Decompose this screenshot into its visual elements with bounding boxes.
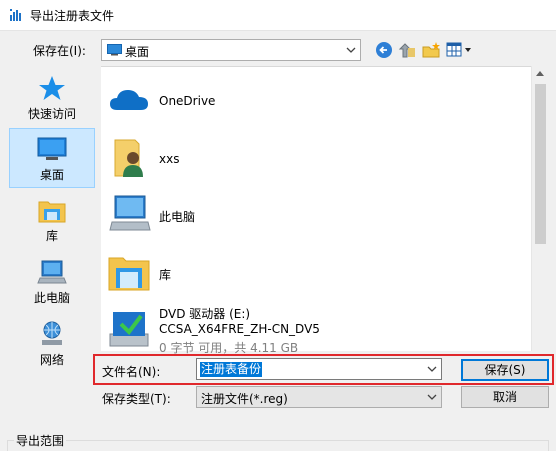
place-label: 快速访问 (27, 107, 76, 121)
filename-label: 文件名(N): (102, 365, 161, 379)
desktop-small-icon (107, 44, 122, 56)
title-bar: 导出注册表文件 (0, 0, 556, 31)
list-item-this-pc[interactable]: 此电脑 (101, 192, 531, 236)
filename-input[interactable]: 注册表备份 (196, 358, 442, 380)
file-name: xxs (159, 152, 180, 166)
network-icon (42, 321, 62, 345)
place-library[interactable]: 库 (9, 190, 95, 250)
user-folder-icon (114, 139, 143, 177)
cancel-button[interactable]: 取消 (461, 386, 549, 408)
file-name: 此电脑 (159, 210, 196, 224)
star-icon (39, 76, 65, 100)
window-title: 导出注册表文件 (30, 9, 115, 23)
place-quick-access[interactable]: 快速访问 (9, 68, 95, 128)
save-in-dropdown[interactable]: 桌面 (101, 39, 361, 61)
place-network[interactable]: 网络 (9, 314, 95, 374)
filetype-dropdown[interactable]: 注册文件(*.reg) (196, 386, 442, 408)
vertical-scrollbar[interactable] (531, 66, 548, 351)
chevron-down-icon (346, 47, 356, 53)
chevron-down-icon (427, 394, 437, 400)
scroll-thumb[interactable] (535, 84, 546, 244)
file-name: 库 (159, 268, 172, 282)
place-desktop[interactable]: 桌面 (9, 128, 95, 188)
save-button[interactable]: 保存(S) (461, 359, 549, 381)
list-item-dvd-drive[interactable]: DVD 驱动器 (E:) CCSA_X64FRE_ZH-CN_DV5 0 字节 … (101, 305, 531, 355)
new-folder-icon[interactable] (421, 41, 441, 59)
drive-free-space: 0 字节 可用，共 4.11 GB (159, 341, 299, 355)
filetype-label: 保存类型(T): (102, 392, 171, 406)
save-in-value: 桌面 (125, 45, 150, 59)
export-range-group (7, 440, 549, 451)
computer-icon (37, 260, 67, 284)
regedit-icon (10, 9, 21, 21)
filetype-value: 注册文件(*.reg) (201, 392, 288, 406)
drive-label: CCSA_X64FRE_ZH-CN_DV5 (159, 322, 320, 336)
list-item-library[interactable]: 库 (101, 250, 531, 294)
back-icon[interactable] (375, 41, 393, 59)
up-folder-icon[interactable] (398, 41, 416, 59)
dvd-drive-icon (109, 312, 149, 347)
place-label: 库 (45, 229, 58, 243)
computer-icon (109, 195, 151, 231)
place-label: 网络 (39, 353, 64, 367)
export-range-label: 导出范围 (14, 432, 67, 449)
file-list[interactable]: OneDrive xxs 此电脑 库 DVD 驱动器 (E:) CCSA_X64… (101, 66, 531, 355)
file-name: DVD 驱动器 (E:) (159, 307, 251, 321)
chevron-down-icon[interactable] (427, 364, 437, 374)
place-label: 桌面 (39, 168, 64, 182)
desktop-icon (37, 137, 67, 160)
scroll-up-icon[interactable] (536, 71, 544, 76)
filename-value: 注册表备份 (200, 362, 263, 377)
list-item-xxs[interactable]: xxs (101, 136, 531, 180)
library-icon (38, 201, 66, 223)
file-name: OneDrive (159, 94, 216, 108)
grid-view-icon (446, 42, 471, 57)
save-in-label: 保存在(I): (33, 44, 86, 58)
cloud-icon (110, 90, 148, 110)
library-icon (108, 257, 150, 291)
place-this-pc[interactable]: 此电脑 (9, 252, 95, 312)
place-label: 此电脑 (33, 291, 70, 305)
list-item-onedrive[interactable]: OneDrive (101, 80, 531, 124)
places-bar: 快速访问 桌面 库 此电脑 网络 (0, 66, 100, 367)
view-menu-button[interactable] (446, 41, 474, 59)
